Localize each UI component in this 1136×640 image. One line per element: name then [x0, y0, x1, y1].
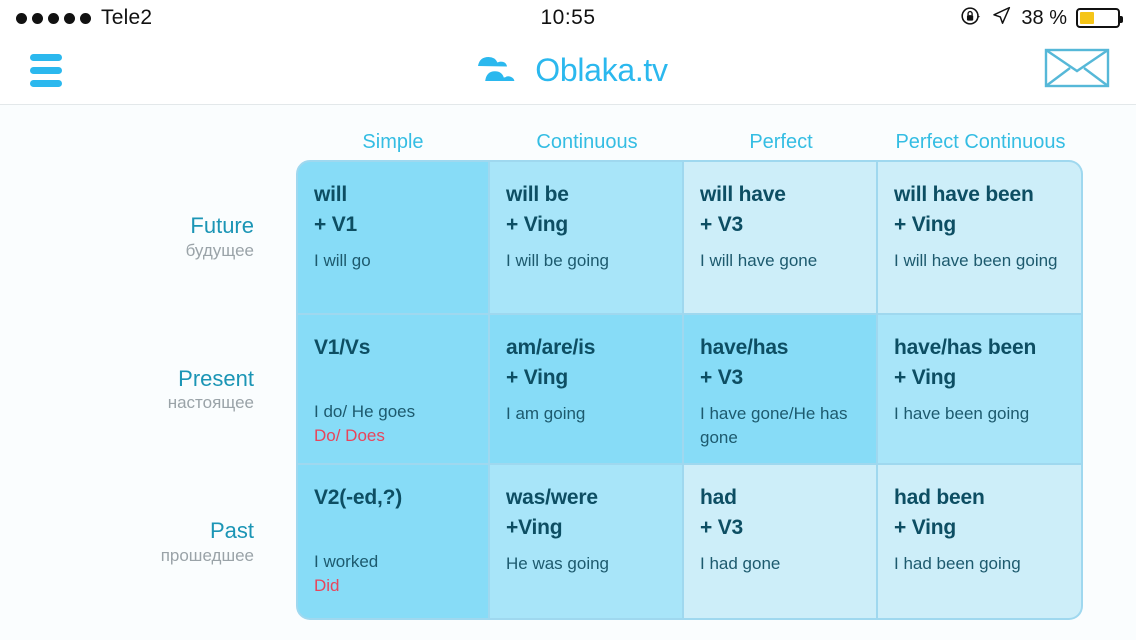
row-label-future: Future будущее — [53, 160, 296, 315]
cell-example: I will be going — [506, 250, 610, 270]
cell-future-simple: will + V1 I will go — [296, 160, 490, 315]
cell-future-perfect-continuous: will have been + Ving I will have been g… — [878, 160, 1083, 315]
hamburger-menu-icon[interactable] — [26, 50, 66, 91]
cell-spacer — [314, 513, 488, 541]
cell-example: I will have gone — [700, 250, 818, 270]
envelope-icon[interactable] — [1044, 46, 1110, 95]
row-label-ru: будущее — [185, 240, 254, 260]
cell-formula-2: + V3 — [700, 212, 743, 236]
cell-future-continuous: will be + Ving I will be going — [490, 160, 684, 315]
row-label-ru: настоящее — [167, 393, 254, 413]
cell-past-perfect-continuous: had been + Ving I had been going — [878, 465, 1083, 620]
location-arrow-icon — [991, 5, 1012, 31]
cell-formula-1: have/has been — [894, 336, 1037, 359]
column-header-continuous: Continuous — [536, 131, 638, 153]
cell-formula-1: was/were — [506, 486, 598, 509]
brand: Oblaka.tv — [0, 48, 1136, 93]
cell-example: I worked — [314, 551, 379, 571]
column-header-perfect: Perfect — [749, 131, 813, 153]
cell-formula-2: + Ving — [506, 212, 569, 236]
app-header: Oblaka.tv — [0, 36, 1136, 105]
cell-formula-1: will have been — [894, 183, 1034, 206]
cell-formula-1: had been — [894, 486, 985, 509]
cloud-logo-icon — [468, 48, 526, 93]
cell-future-perfect: will have + V3 I will have gone — [684, 160, 878, 315]
column-header-simple: Simple — [362, 131, 424, 153]
cell-formula-1: V2(-ed,?) — [314, 486, 403, 509]
cell-spacer — [314, 363, 488, 391]
cell-formula-1: will have — [700, 183, 786, 206]
cell-formula-1: will be — [506, 183, 569, 206]
cell-past-perfect: had + V3 I had gone — [684, 465, 878, 620]
cell-example: He was going — [506, 553, 610, 573]
cell-example: I do/ He goes — [314, 401, 416, 421]
cell-example: I had been going — [894, 553, 1021, 573]
row-label-en: Future — [190, 213, 254, 239]
cell-formula-2: + Ving — [506, 365, 569, 389]
row-label-present: Present настоящее — [53, 315, 296, 465]
row-label-en: Past — [209, 518, 254, 544]
cell-present-continuous: am/are/is + Ving I am going — [490, 315, 684, 465]
row-label-ru: прошедшее — [160, 545, 254, 565]
tenses-table-container: Simple Continuous Perfect Perfect Contin… — [0, 105, 1136, 640]
cell-formula-2: + V1 — [314, 212, 357, 236]
status-bar: Tele2 10:55 38 % — [0, 0, 1136, 36]
cell-past-continuous: was/were +Ving He was going — [490, 465, 684, 620]
battery-icon — [1076, 8, 1123, 28]
cell-formula-2: + Ving — [894, 365, 957, 389]
rotation-lock-icon — [960, 5, 982, 32]
column-header-perfect-continuous: Perfect Continuous — [895, 131, 1066, 153]
cell-present-perfect-continuous: have/has been + Ving I have been going — [878, 315, 1083, 465]
cell-formula-2: + V3 — [700, 515, 743, 539]
cell-formula-1: had — [700, 486, 737, 509]
cell-formula-2: + Ving — [894, 515, 957, 539]
cell-negative: Do/ Does — [314, 426, 385, 446]
cell-formula-2: + V3 — [700, 365, 743, 389]
cell-example: I will go — [314, 250, 371, 270]
cell-example: I had gone — [700, 553, 781, 573]
table-corner-cell — [53, 115, 296, 160]
battery-percent-label: 38 % — [1021, 6, 1067, 29]
brand-name: Oblaka.tv — [535, 51, 668, 88]
cell-example: I have been going — [894, 403, 1030, 423]
cell-formula-1: will — [314, 183, 348, 206]
cell-example: I will have been going — [894, 250, 1058, 270]
row-label-past: Past прошедшее — [53, 465, 296, 620]
cell-past-simple: V2(-ed,?) I worked Did — [296, 465, 490, 620]
cell-formula-1: am/are/is — [506, 336, 596, 359]
cell-formula-2: + Ving — [894, 212, 957, 236]
cell-formula-1: have/has — [700, 336, 789, 359]
cell-negative: Did — [314, 576, 340, 596]
cell-example: I have gone/He has gone — [700, 403, 848, 448]
cell-formula-1: V1/Vs — [314, 336, 371, 359]
cell-present-perfect: have/has + V3 I have gone/He has gone — [684, 315, 878, 465]
cell-example: I am going — [506, 403, 586, 423]
cell-formula-2: +Ving — [506, 515, 563, 539]
row-label-en: Present — [178, 365, 254, 391]
status-bar-right: 38 % — [960, 5, 1123, 32]
cell-present-simple: V1/Vs I do/ He goes Do/ Does — [296, 315, 490, 465]
tenses-table: Simple Continuous Perfect Perfect Contin… — [53, 115, 1083, 620]
